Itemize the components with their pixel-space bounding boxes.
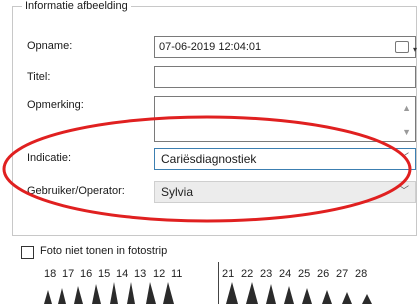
tooth-number-28: 28 [355,268,368,280]
tooth-number-25: 25 [298,268,311,280]
gebruiker-label: Gebruiker/Operator: [27,185,125,197]
chevron-down-icon[interactable]: ﹀ [399,182,409,202]
tooth-number-11: 11 [171,268,183,280]
tooth-number-15: 15 [98,268,111,280]
opname-value: 07-06-2019 12:04:01 [159,41,262,53]
dental-xray-image [44,282,372,304]
gebruiker-value: Sylvia [161,185,194,199]
titel-label: Titel: [27,71,51,83]
indicatie-value: Cariësdiagnostiek [161,152,257,166]
opname-label: Opname: [27,40,73,52]
tooth-number-13: 13 [134,268,147,280]
calendar-icon[interactable] [395,41,409,53]
chevron-down-icon[interactable]: ▾ [413,40,417,60]
scroll-up-icon[interactable]: ▲ [402,103,411,113]
indicatie-label: Indicatie: [27,152,72,164]
indicatie-select[interactable]: Cariësdiagnostiek ﹀ [154,148,416,170]
hide-in-filmstrip-checkbox[interactable] [21,246,34,259]
tooth-number-22: 22 [241,268,254,280]
tooth-number-16: 16 [80,268,93,280]
titel-input[interactable] [154,66,416,88]
tooth-number-12: 12 [153,268,166,280]
tooth-number-14: 14 [116,268,129,280]
tooth-number-26: 26 [317,268,330,280]
tooth-number-17: 17 [62,268,75,280]
tooth-number-27: 27 [336,268,349,280]
tooth-number-24: 24 [279,268,292,280]
gebruiker-select[interactable]: Sylvia ﹀ [154,181,416,203]
scroll-down-icon[interactable]: ▼ [402,127,411,137]
chevron-down-icon[interactable]: ﹀ [399,149,409,169]
tooth-number-18: 18 [44,268,57,280]
opname-datetime-field[interactable]: 07-06-2019 12:04:01 ▾ [154,36,417,60]
group-title: Informatie afbeelding [22,0,131,12]
tooth-number-23: 23 [260,268,273,280]
opmerking-textarea[interactable]: ▲ ▼ [154,96,416,142]
hide-in-filmstrip-label[interactable]: Foto niet tonen in fotostrip [40,245,167,257]
opmerking-label: Opmerking: [27,99,84,111]
tooth-number-21: 21 [222,268,235,280]
